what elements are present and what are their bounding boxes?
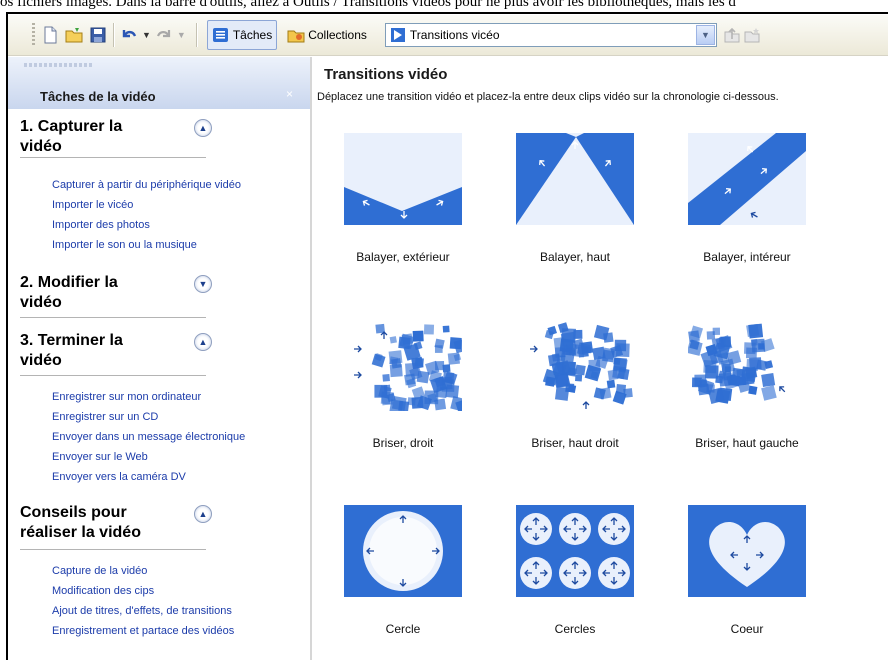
transition-collection-icon [390, 28, 405, 42]
link-save-computer[interactable]: Enregistrer sur mon ordinateur [52, 387, 245, 407]
link-capture-device[interactable]: Capturer à partir du périphérique vidéo [52, 175, 241, 195]
sweep-in-icon[interactable] [688, 133, 806, 225]
section-finish[interactable]: 3. Terminer la vidéo ▲ [20, 331, 212, 376]
up-folder-icon [724, 27, 740, 43]
toolbar-separator [113, 23, 114, 47]
sweep-out-icon[interactable] [344, 133, 462, 225]
link-tip-titles[interactable]: Ajout de titres, d'effets, de transition… [52, 601, 234, 621]
transition-label: Briser, droit [372, 436, 434, 450]
pane-divider[interactable] [310, 57, 312, 660]
chevron-down-icon[interactable]: ▼ [695, 25, 715, 45]
chevron-up-icon[interactable]: ▲ [194, 333, 212, 351]
up-folder-button[interactable] [723, 23, 741, 47]
video-tasks-pane: Tâches de la vidéo × 1. Capturer la vidé… [8, 57, 310, 660]
new-button[interactable] [41, 23, 59, 47]
redo-button[interactable] [155, 23, 173, 47]
finish-links: Enregistrer sur mon ordinateur Enregistr… [52, 387, 245, 487]
page-description: Déplacez une transition vidéo et placez-… [317, 91, 779, 103]
link-import-audio[interactable]: Importer le son ou la musique [52, 235, 241, 255]
section-edit[interactable]: 2. Modifier la vidéo ▼ [20, 273, 212, 318]
circles-icon[interactable] [516, 505, 634, 597]
transition-label: Cercle [385, 622, 421, 636]
link-tip-saving[interactable]: Enregistrement et partace des vidéos [52, 621, 234, 641]
new-folder-button[interactable] [743, 23, 761, 47]
new-icon [44, 26, 57, 44]
transition-label: Briser, haut droit [531, 436, 619, 450]
task-pane-title: Tâches de la vidéo [40, 89, 156, 104]
link-tip-editing[interactable]: Modification des cips [52, 581, 234, 601]
capture-links: Capturer à partir du périphérique vidéo … [52, 175, 241, 255]
undo-dropdown-icon[interactable]: ▼ [142, 30, 151, 40]
collection-select[interactable]: Transitions vicéo ▼ [384, 23, 717, 47]
chevron-up-icon[interactable]: ▲ [194, 119, 212, 137]
transition-label: Balayer, intéreur [703, 250, 791, 264]
shatter-up-right-icon[interactable] [516, 319, 634, 411]
transition-label: Briser, haut gauche [695, 436, 799, 450]
section-capture[interactable]: 1. Capturer la vidéo ▲ [20, 117, 212, 158]
circle-icon[interactable] [344, 505, 462, 597]
cropped-document-text: os fichiers images. Dans la barre d'outi… [0, 0, 736, 10]
redo-icon [156, 30, 171, 38]
chevron-up-icon[interactable]: ▲ [194, 505, 212, 523]
collections-button[interactable]: Collections [283, 21, 371, 49]
save-icon [90, 27, 106, 43]
link-send-email[interactable]: Envoyer dans un message électronique [52, 427, 245, 447]
section-title: Conseils pour réaliser la vidéo [20, 504, 141, 541]
section-title: 1. Capturer la vidéo [20, 118, 123, 155]
tasks-label: Tâches [232, 28, 273, 42]
heart-icon[interactable] [688, 505, 806, 597]
redo-dropdown-icon[interactable]: ▼ [177, 30, 186, 40]
new-folder-icon [744, 28, 760, 43]
transition-label: Balayer, extérieur [356, 250, 450, 264]
open-icon [65, 28, 83, 43]
toolbar-grip[interactable] [32, 23, 35, 47]
section-title: 2. Modifier la vidéo [20, 274, 118, 311]
open-button[interactable] [65, 23, 83, 47]
header-grip [24, 63, 94, 67]
page-title: Transitions vidéo [324, 66, 448, 83]
link-save-cd[interactable]: Enregistrer sur un CD [52, 407, 245, 427]
sweep-up-icon[interactable] [516, 133, 634, 225]
link-send-web[interactable]: Envoyer sur le Web [52, 447, 245, 467]
transition-label: Cercles [554, 622, 596, 636]
close-icon[interactable]: × [286, 87, 293, 101]
tips-links: Capture de la vidéo Modification des cip… [52, 561, 234, 641]
link-send-dv-camera[interactable]: Envoyer vers la caméra DV [52, 467, 245, 487]
link-import-photos[interactable]: Importer des photos [52, 215, 241, 235]
transition-label: Coeur [730, 622, 764, 636]
link-tip-capture[interactable]: Capture de la vidéo [52, 561, 234, 581]
transition-label: Balayer, haut [539, 250, 611, 264]
save-button[interactable] [89, 23, 107, 47]
undo-button[interactable] [120, 23, 138, 47]
toolbar-separator [195, 23, 197, 47]
shatter-up-left-icon[interactable] [688, 319, 806, 411]
task-pane-header: Tâches de la vidéo × [8, 57, 310, 109]
toolbar: ▼ ▼ Tâches Collections Transitions vicéo… [8, 15, 888, 56]
collections-icon [287, 30, 305, 43]
tasks-button[interactable]: Tâches [206, 20, 278, 50]
undo-icon [122, 30, 137, 38]
section-tips[interactable]: Conseils pour réaliser la vidéo ▲ [20, 503, 212, 550]
tasks-icon [212, 28, 228, 42]
link-import-video[interactable]: Importer le vicéo [52, 195, 241, 215]
collection-select-value: Transitions vicéo [409, 28, 500, 42]
collections-label: Collections [308, 28, 367, 42]
chevron-down-icon[interactable]: ▼ [194, 275, 212, 293]
shatter-right-icon[interactable] [344, 319, 462, 411]
section-title: 3. Terminer la vidéo [20, 332, 123, 369]
